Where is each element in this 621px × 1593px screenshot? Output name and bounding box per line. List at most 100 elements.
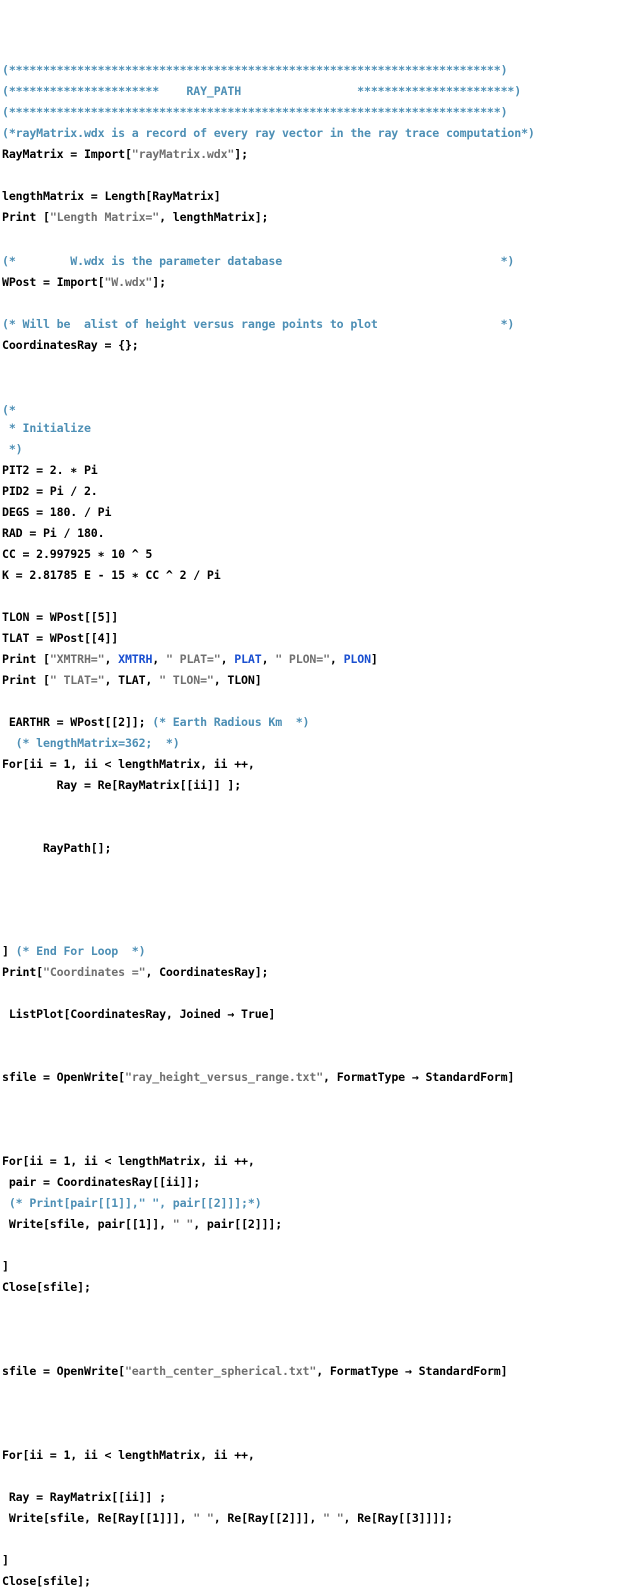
- code-line[interactable]: RayMatrix = Import["rayMatrix.wdx"];: [0, 144, 621, 165]
- code-line[interactable]: Ray = Re[RayMatrix[[ii]] ];: [0, 775, 621, 796]
- code-token-string: "Coordinates =": [42, 965, 146, 979]
- code-line[interactable]: Print["Coordinates =", CoordinatesRay];: [0, 962, 621, 983]
- code-token-plain: , lengthMatrix];: [159, 210, 269, 224]
- code-token-plain: ]: [2, 1553, 9, 1567]
- code-token-comment: * Initialize: [2, 421, 91, 435]
- code-line[interactable]: EARTHR = WPost[[2]]; (* Earth Radious Km…: [0, 712, 621, 733]
- code-token-comment: (***************************************…: [2, 105, 508, 119]
- code-token-plain: , TLON]: [213, 673, 262, 687]
- code-line[interactable]: For[ii = 1, ii < lengthMatrix, ii ++,: [0, 1445, 621, 1466]
- code-token-plain: ]: [370, 652, 378, 666]
- code-line[interactable]: Write[sfile, pair[[1]], " ", pair[[2]]];: [0, 1214, 621, 1235]
- code-line[interactable]: (* Print[pair[[1]]," ", pair[[2]]];*): [0, 1193, 621, 1214]
- code-line[interactable]: DEGS = 180. / Pi: [0, 502, 621, 523]
- code-line[interactable]: K = 2.81785 E - 15 ∗ CC ^ 2 / Pi: [0, 565, 621, 586]
- code-line[interactable]: pair = CoordinatesRay[[ii]];: [0, 1172, 621, 1193]
- code-token-comment: *): [2, 442, 23, 456]
- code-token-plain: RayMatrix = Import[: [2, 147, 132, 161]
- code-line[interactable]: (* W.wdx is the parameter database *): [0, 251, 621, 272]
- code-line[interactable]: *): [0, 439, 621, 460]
- code-token-plain: , Re[Ray[[3]]]];: [343, 1511, 453, 1525]
- code-token-plain: PID2 = Pi / 2.: [2, 484, 98, 498]
- code-line[interactable]: ListPlot[CoordinatesRay, Joined → True]: [0, 1004, 621, 1025]
- code-token-plain: DEGS = 180. / Pi: [2, 505, 112, 519]
- code-line[interactable]: Print [" TLAT=", TLAT, " TLON=", TLON]: [0, 670, 621, 691]
- code-line[interactable]: CC = 2.997925 ∗ 10 ^ 5: [0, 544, 621, 565]
- code-token-plain: ,: [220, 652, 235, 666]
- code-token-plain: Print[: [2, 965, 43, 979]
- code-token-plain: , pair[[2]]];: [193, 1217, 283, 1231]
- code-line[interactable]: ] (* End For Loop *): [0, 941, 621, 962]
- code-line[interactable]: RayPath[];: [0, 838, 621, 859]
- code-line[interactable]: Close[sfile];: [0, 1277, 621, 1298]
- code-token-plain: EARTHR = WPost[[2]];: [2, 715, 153, 729]
- code-token-plain: lengthMatrix = Length[RayMatrix]: [2, 189, 221, 203]
- code-token-plain: K = 2.81785 E - 15 ∗ CC ^ 2 / Pi: [2, 568, 221, 582]
- code-token-plain: CoordinatesRay = {};: [2, 338, 139, 352]
- code-line[interactable]: Print ["XMTRH=", XMTRH, " PLAT=", PLAT, …: [0, 649, 621, 670]
- code-token-plain: , FormatType → StandardForm]: [316, 1364, 508, 1378]
- code-token-string: " ": [323, 1511, 344, 1525]
- code-token-string: " ": [172, 1217, 194, 1231]
- code-line[interactable]: * Initialize: [0, 418, 621, 439]
- code-token-plain: TLON = WPost[[5]]: [2, 610, 119, 624]
- code-line[interactable]: sfile = OpenWrite["earth_center_spherica…: [0, 1361, 621, 1382]
- code-line[interactable]: Close[sfile];: [0, 1571, 621, 1592]
- code-line[interactable]: (* lengthMatrix=362; *): [0, 733, 621, 754]
- code-line[interactable]: Write[sfile, Re[Ray[[1]]], " ", Re[Ray[[…: [0, 1508, 621, 1529]
- code-token-comment: (********************** RAY_PATH *******…: [2, 84, 522, 98]
- code-token-plain: Close[sfile];: [2, 1574, 91, 1588]
- code-token-comment: (*: [2, 403, 16, 417]
- code-token-plain: , TLAT,: [104, 673, 160, 687]
- code-line[interactable]: For[ii = 1, ii < lengthMatrix, ii ++,: [0, 1151, 621, 1172]
- code-line[interactable]: (********************** RAY_PATH *******…: [0, 81, 621, 102]
- code-token-plain: For[ii = 1, ii < lengthMatrix, ii ++,: [2, 757, 255, 771]
- code-token-plain: pair = CoordinatesRay[[ii]];: [2, 1175, 201, 1189]
- code-line[interactable]: ]: [0, 1550, 621, 1571]
- code-token-plain: Print [: [2, 210, 50, 224]
- code-line[interactable]: Ray = RayMatrix[[ii]] ;: [0, 1487, 621, 1508]
- code-token-string: " ": [193, 1511, 214, 1525]
- code-token-comment: (***************************************…: [2, 63, 508, 77]
- code-line[interactable]: For[ii = 1, ii < lengthMatrix, ii ++,: [0, 754, 621, 775]
- code-line[interactable]: (***************************************…: [0, 60, 621, 81]
- code-token-plain: ,: [152, 652, 166, 666]
- code-line[interactable]: Print ["Length Matrix=", lengthMatrix];: [0, 207, 621, 228]
- code-token-plain: Write[sfile, Re[Ray[[1]]],: [2, 1511, 194, 1525]
- code-line[interactable]: PID2 = Pi / 2.: [0, 481, 621, 502]
- code-line[interactable]: TLON = WPost[[5]]: [0, 607, 621, 628]
- code-line[interactable]: lengthMatrix = Length[RayMatrix]: [0, 186, 621, 207]
- code-token-string: " PLAT=": [165, 652, 221, 666]
- code-line[interactable]: CoordinatesRay = {};: [0, 335, 621, 356]
- code-token-comment: (* End For Loop *): [15, 944, 146, 958]
- code-line[interactable]: (***************************************…: [0, 102, 621, 123]
- code-line[interactable]: WPost = Import["W.wdx"];: [0, 272, 621, 293]
- code-line[interactable]: TLAT = WPost[[4]]: [0, 628, 621, 649]
- code-token-comment: (* Earth Radious Km *): [152, 715, 310, 729]
- code-line[interactable]: PIT2 = 2. ∗ Pi: [0, 460, 621, 481]
- code-token-comment: (* lengthMatrix=362; *): [2, 736, 180, 750]
- code-token-string: "earth_center_spherical.txt": [124, 1364, 317, 1378]
- code-token-string: "rayMatrix.wdx": [131, 147, 235, 161]
- code-token-undefined: PLON: [343, 652, 371, 666]
- code-line[interactable]: (* Will be alist of height versus range …: [0, 314, 621, 335]
- code-token-plain: CC = 2.997925 ∗ 10 ^ 5: [2, 547, 153, 561]
- code-token-plain: , FormatType → StandardForm]: [323, 1070, 515, 1084]
- code-token-plain: For[ii = 1, ii < lengthMatrix, ii ++,: [2, 1154, 255, 1168]
- code-line[interactable]: RAD = Pi / 180.: [0, 523, 621, 544]
- code-token-plain: WPost = Import[: [2, 275, 105, 289]
- code-line[interactable]: sfile = OpenWrite["ray_height_versus_ran…: [0, 1067, 621, 1088]
- code-line[interactable]: ]: [0, 1256, 621, 1277]
- code-line[interactable]: (*rayMatrix.wdx is a record of every ray…: [0, 123, 621, 144]
